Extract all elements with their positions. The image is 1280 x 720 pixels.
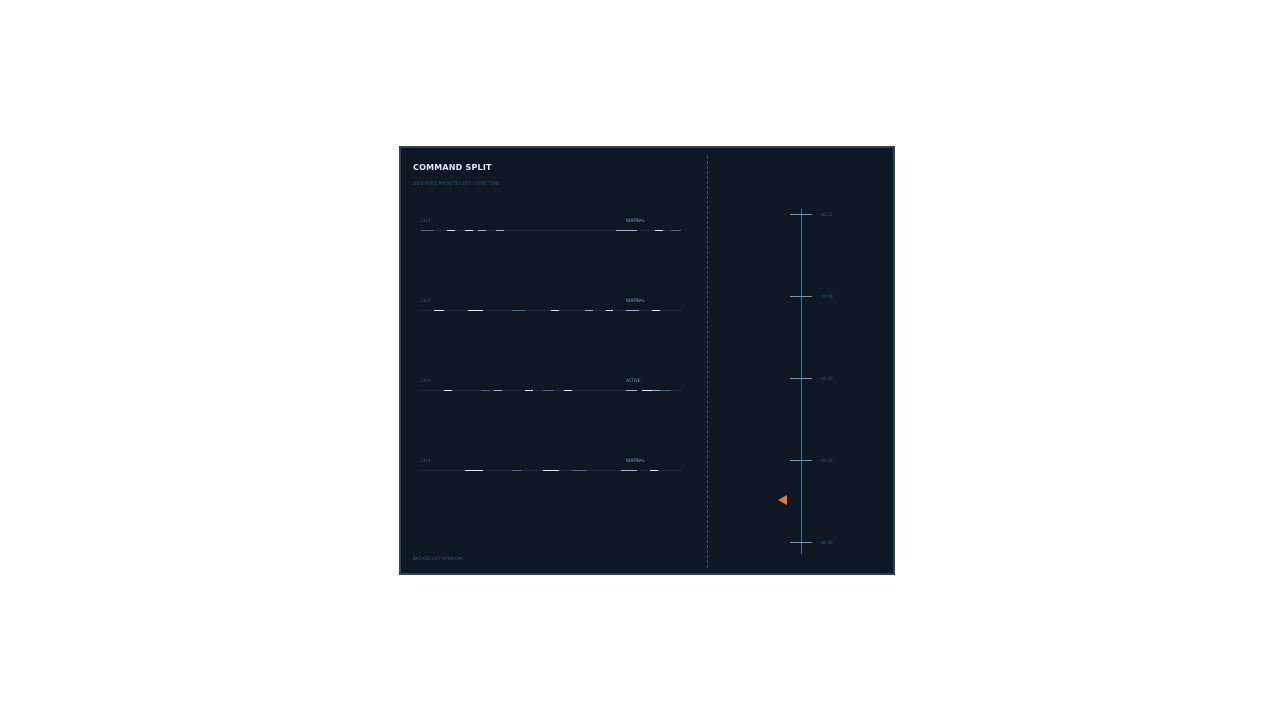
channel-track[interactable] (421, 389, 681, 391)
channel-status: NOMINAL (626, 298, 645, 303)
packet-segment (434, 309, 445, 311)
packet-segment (512, 309, 525, 311)
channel-label: CH 1 (421, 218, 431, 223)
channel-status: NOMINAL (626, 218, 645, 223)
timeline-tick-label: 00:03 (821, 458, 833, 463)
timeline-tick-label: 00:09 (821, 294, 833, 299)
packet-segment (512, 469, 523, 471)
timeline-tick (790, 460, 812, 461)
timeline-marker-icon[interactable] (778, 495, 787, 505)
packet-segment (649, 469, 658, 471)
packet-segment (571, 469, 588, 471)
packet-segment (642, 389, 653, 391)
packet-segment (543, 389, 554, 391)
footer-label: BROADCAST WINDOW (413, 556, 463, 561)
packet-segment (626, 389, 637, 391)
packet-segment (421, 229, 434, 231)
command-split-panel: COMMAND SPLIT OBSERVED PACKETS LEFT / SY… (399, 146, 895, 575)
channel-label: CH 2 (421, 298, 431, 303)
channel-status: NOMINAL (626, 458, 645, 463)
timeline-tick (790, 378, 812, 379)
page-title: COMMAND SPLIT (413, 163, 492, 172)
timeline-tick-label: 00:06 (821, 376, 833, 381)
packet-segment (626, 309, 640, 311)
channel-track[interactable] (421, 229, 681, 231)
packet-segment (621, 469, 637, 471)
packet-segment (605, 309, 614, 311)
packet-segment (652, 309, 661, 311)
packet-segment (660, 389, 671, 391)
channel-label: CH 4 (421, 458, 431, 463)
packet-segment (496, 229, 505, 231)
timeline-tick (790, 542, 812, 543)
packet-segment (478, 229, 486, 231)
packet-segment (467, 309, 484, 311)
packet-segment (564, 389, 572, 391)
packet-segment (444, 389, 453, 391)
split-divider (707, 156, 708, 568)
packet-segment (551, 309, 559, 311)
channel-label: CH 3 (421, 378, 431, 383)
packet-segment (584, 309, 593, 311)
timeline-tick (790, 214, 812, 215)
timeline-tick-label: 00:00 (821, 540, 833, 545)
packet-segment (493, 389, 502, 391)
page-subtitle: OBSERVED PACKETS LEFT / SYNC TIME (413, 181, 500, 186)
packet-segment (616, 229, 637, 231)
packet-segment (480, 389, 489, 391)
packet-segment (652, 389, 661, 391)
packet-segment (543, 469, 559, 471)
channel-track[interactable] (421, 469, 681, 471)
packet-segment (670, 229, 681, 231)
timeline-axis (801, 209, 802, 554)
channel-track[interactable] (421, 309, 681, 311)
packet-segment (525, 389, 533, 391)
timeline-tick (790, 296, 812, 297)
channel-status: ACTIVE (626, 378, 641, 383)
timeline-tick-label: 00:12 (821, 212, 833, 217)
packet-segment (447, 229, 455, 231)
packet-segment (655, 229, 663, 231)
packet-segment (465, 229, 473, 231)
packet-segment (465, 469, 484, 471)
